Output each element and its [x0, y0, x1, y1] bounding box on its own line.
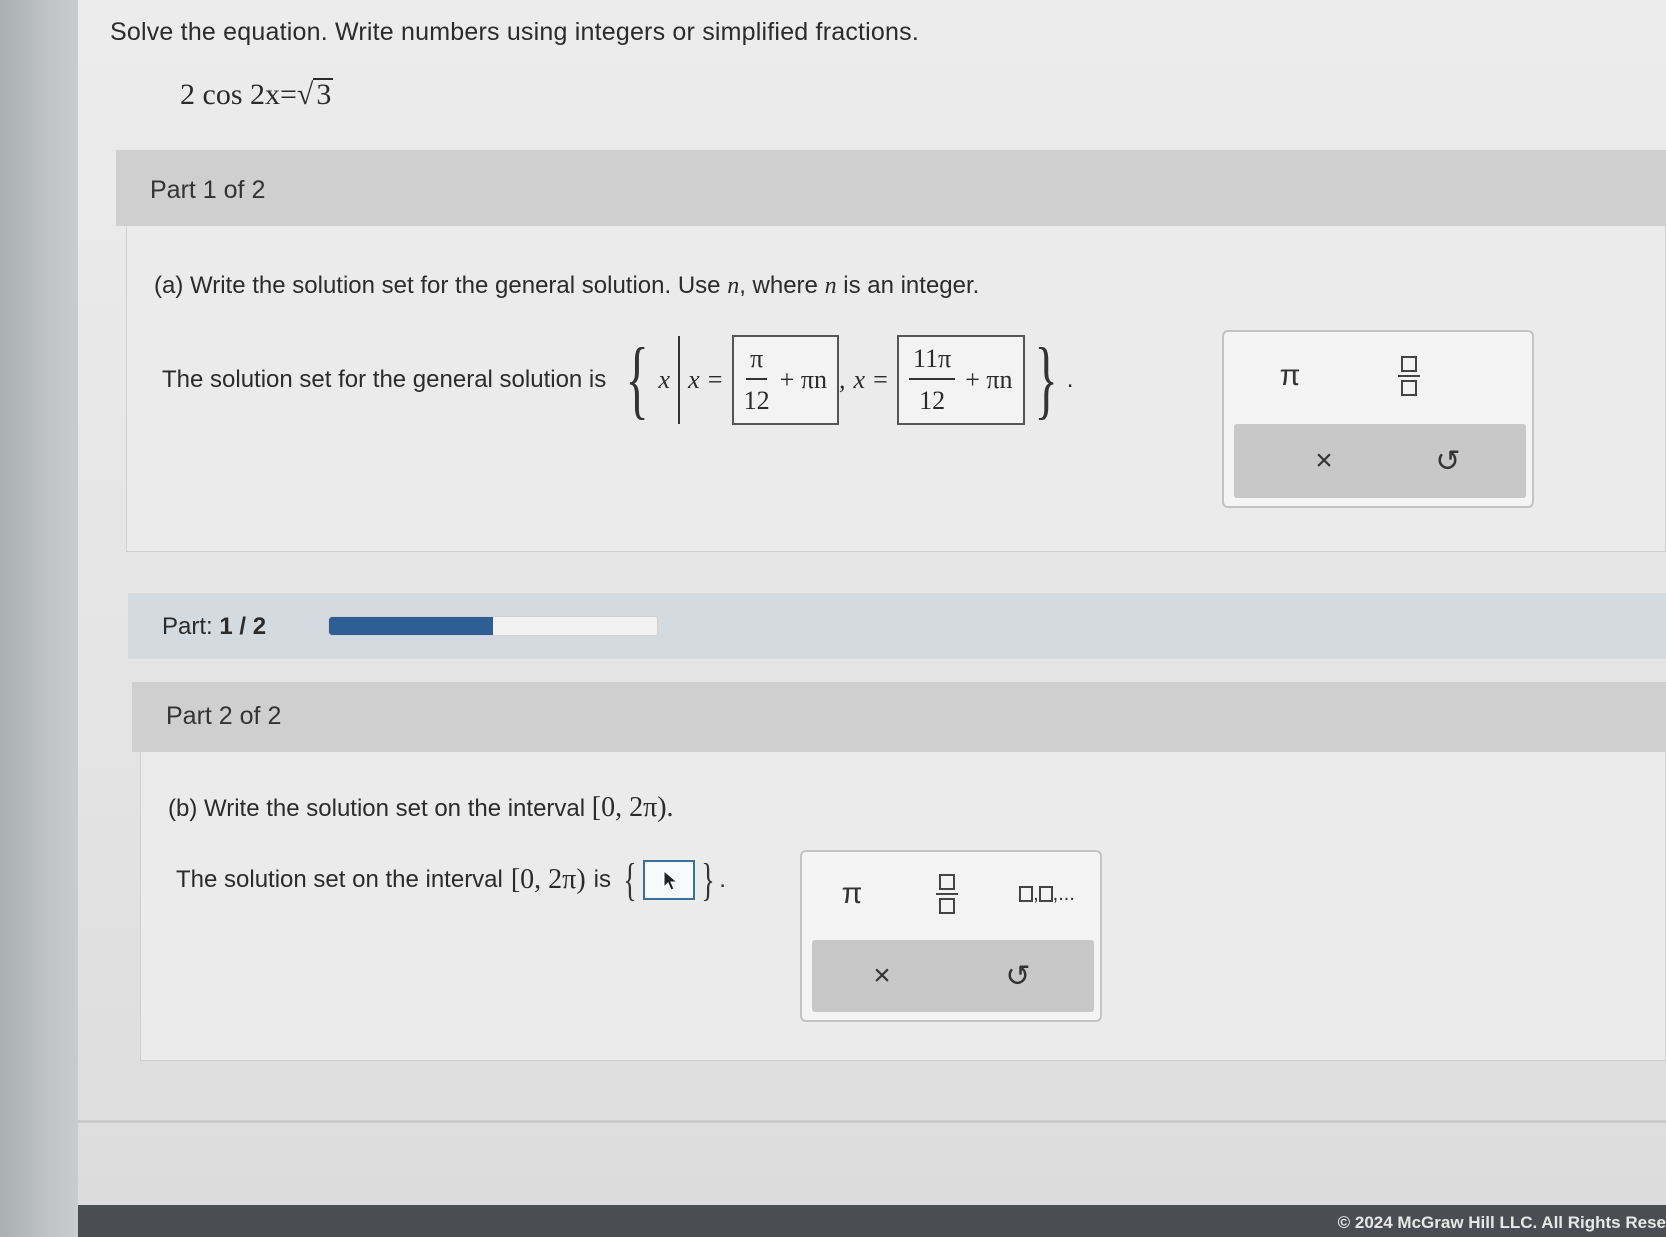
answer-box-2-fraction: 11π 12	[909, 344, 956, 416]
clear-button[interactable]: ×	[1284, 434, 1364, 488]
progress-bar	[328, 616, 658, 636]
answer-b-prefix: The solution set on the interval	[176, 866, 503, 893]
math-palette-2: π ,,... × ↺	[800, 850, 1102, 1022]
right-brace-b: }	[701, 854, 715, 905]
part1-header: Part 1 of 2	[116, 150, 1666, 226]
answer-box-1-numerator: π	[746, 344, 768, 380]
answer-box-1[interactable]: π 12 + πn	[731, 335, 839, 425]
x-equals-1: x =	[688, 365, 724, 394]
answer-input-b[interactable]	[643, 860, 696, 900]
set-variable: x	[658, 365, 671, 394]
equation-lhs: 2 cos 2x	[180, 78, 280, 111]
left-gutter	[0, 0, 78, 1237]
undo-icon: ↺	[1005, 959, 1031, 993]
answer-a-period: .	[1066, 366, 1074, 393]
math-palette-1: π × ↺	[1222, 330, 1534, 508]
separator: ,	[838, 365, 846, 394]
question-a-prefix: (a) Write the solution set for the gener…	[154, 272, 728, 299]
question-b-interval: [0, 2π).	[591, 792, 674, 823]
undo-icon: ↺	[1435, 444, 1461, 478]
progress-strip: Part: 1 / 2	[128, 593, 1666, 659]
pi-button[interactable]: π	[1260, 348, 1320, 404]
list-icon: ,,...	[1019, 883, 1075, 906]
list-label: ,...	[1052, 882, 1075, 905]
copyright-text: © 2024 McGraw Hill LLC. All Rights Rese	[1337, 1213, 1666, 1232]
progress-label-text: Part:	[162, 613, 213, 640]
answer-box-1-fraction: π 12	[744, 344, 770, 416]
fraction-button[interactable]	[1364, 348, 1454, 404]
left-brace: {	[625, 331, 650, 428]
answer-box-2-tail: + πn	[965, 365, 1013, 394]
list-button-b[interactable]: ,,...	[1002, 864, 1092, 924]
answer-box-1-tail: + πn	[779, 365, 827, 394]
answer-box-2-denominator: 12	[919, 386, 946, 415]
part2-header: Part 2 of 2	[132, 682, 1666, 752]
progress-label: Part: 1 / 2	[162, 613, 266, 641]
instructions: Solve the equation. Write numbers using …	[110, 18, 919, 46]
clear-icon: ×	[873, 959, 891, 992]
equation: 2 cos 2x=√ 3	[180, 78, 334, 112]
equation-equals: =	[280, 78, 297, 111]
answer-box-2[interactable]: 11π 12 + πn	[897, 335, 1025, 425]
undo-button[interactable]: ↺	[1408, 434, 1488, 488]
question-b: (b) Write the solution set on the interv…	[168, 792, 674, 824]
clear-button-b[interactable]: ×	[842, 948, 922, 1004]
question-a-var1: n	[727, 273, 740, 299]
question-a-var2: n	[824, 273, 837, 299]
pi-label: π	[1279, 359, 1301, 392]
right-brace: }	[1034, 331, 1058, 428]
question-a-suffix: is an integer.	[836, 272, 980, 299]
sqrt-radicand: 3	[313, 78, 334, 110]
answer-box-1-denominator: 12	[743, 386, 770, 415]
answer-b-interval: [0, 2π)	[510, 864, 586, 895]
pi-label-b: π	[841, 877, 863, 910]
x-equals-2: x =	[853, 365, 890, 394]
sqrt: √ 3	[296, 78, 334, 111]
answer-a-prefix: The solution set for the general solutio…	[162, 366, 607, 393]
answer-box-2-numerator: 11π	[909, 344, 956, 380]
question-b-prefix: (b) Write the solution set on the interv…	[168, 795, 586, 822]
progress-fill	[329, 617, 493, 635]
fraction-icon	[1398, 356, 1420, 396]
mouse-cursor-icon	[663, 870, 679, 891]
pi-button-b[interactable]: π	[822, 864, 882, 924]
answer-b-period: .	[719, 866, 726, 893]
footer-divider	[78, 1120, 1666, 1123]
clear-icon: ×	[1315, 444, 1333, 477]
fraction-icon	[936, 874, 958, 914]
left-brace-b: {	[623, 854, 637, 905]
fraction-button-b[interactable]	[912, 864, 982, 924]
answer-a-row: The solution set for the general solutio…	[162, 330, 1073, 430]
answer-b-row: The solution set on the interval [0, 2π)…	[176, 852, 726, 908]
question-a-mid: , where	[739, 272, 825, 299]
footer-bar: © 2024 McGraw Hill LLC. All Rights Rese	[78, 1205, 1666, 1237]
progress-value: 1 / 2	[219, 613, 267, 640]
answer-b-is: is	[593, 866, 611, 893]
question-a: (a) Write the solution set for the gener…	[154, 272, 979, 300]
set-bar	[678, 336, 681, 424]
undo-button-b[interactable]: ↺	[978, 948, 1058, 1004]
